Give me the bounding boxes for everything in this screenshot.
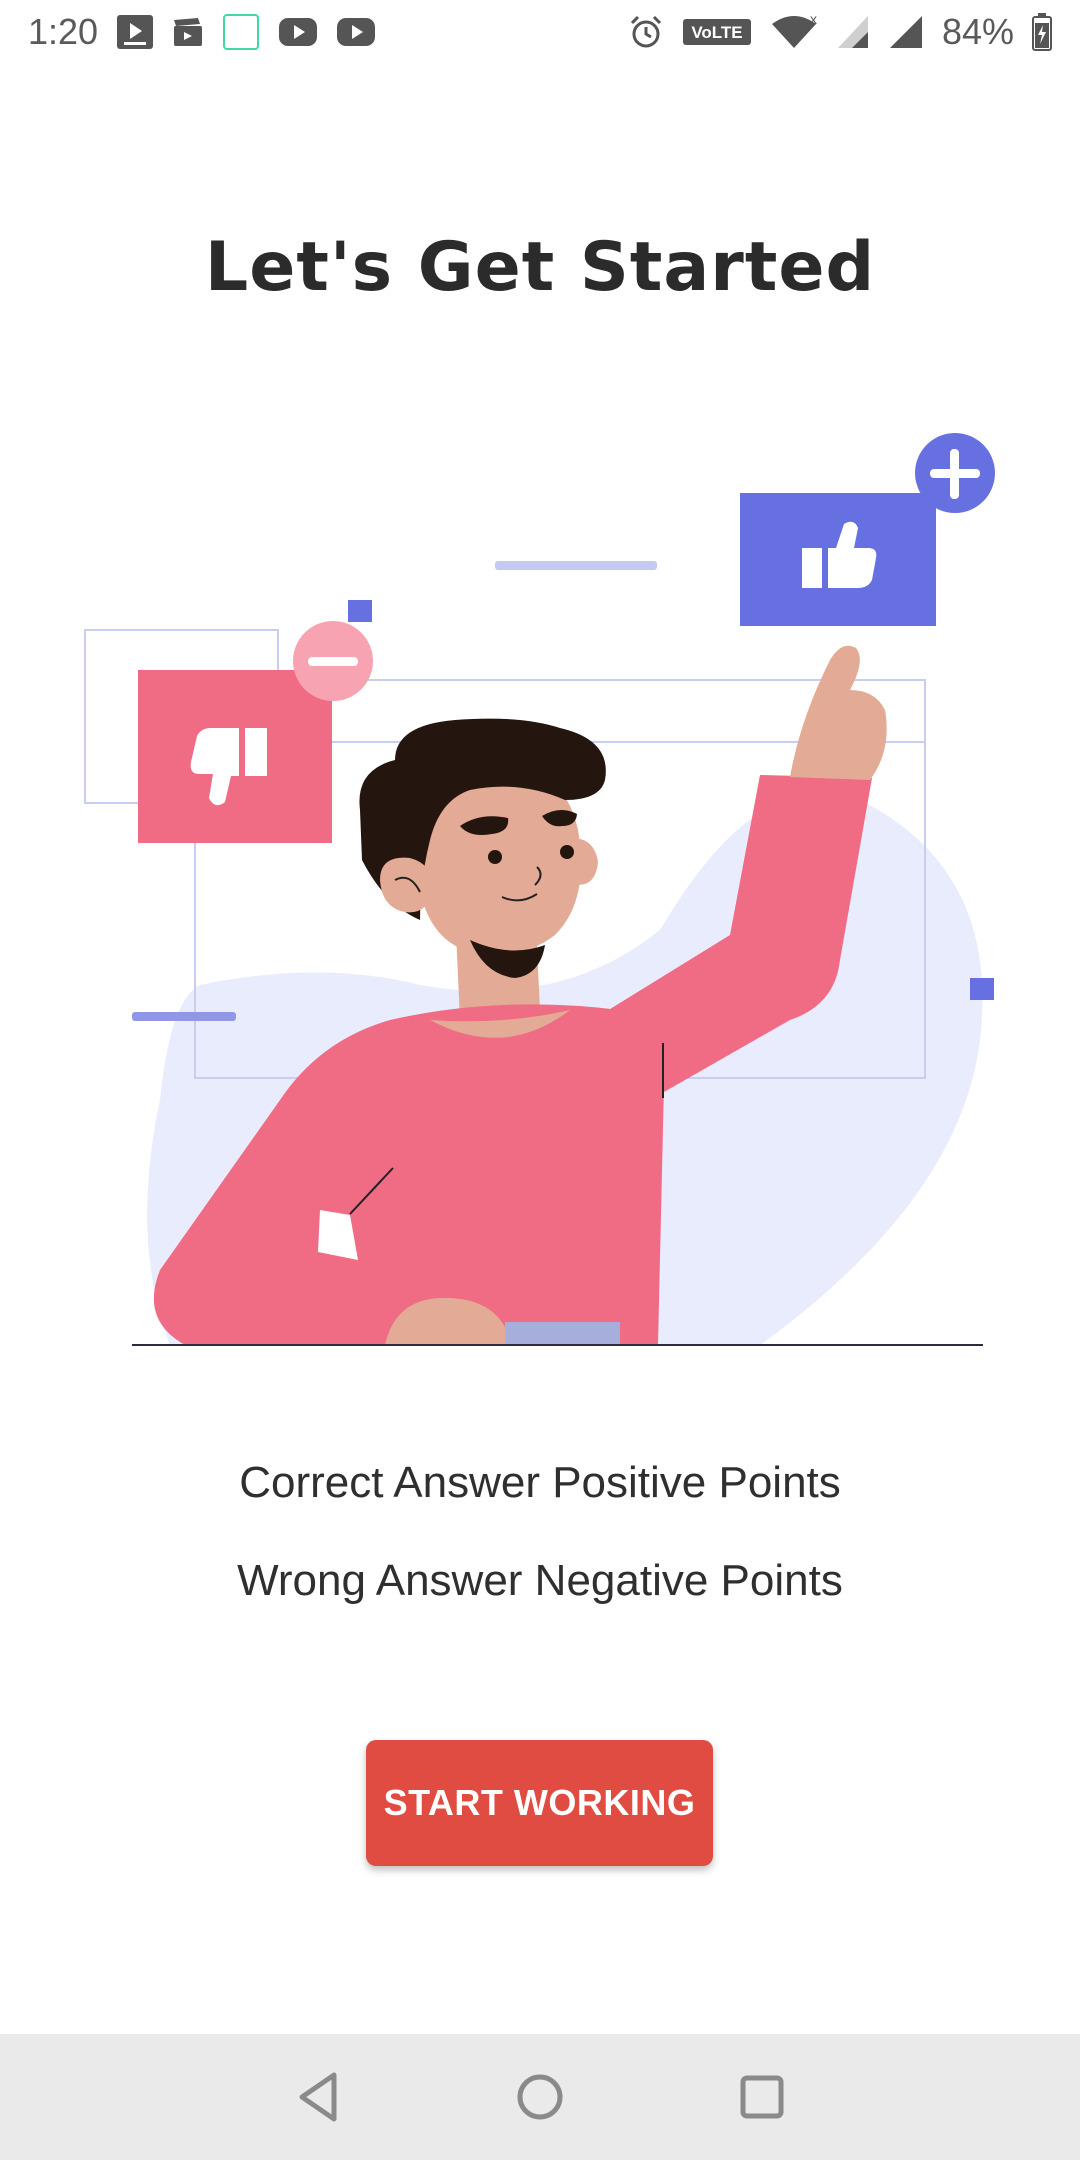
decor-square-1 xyxy=(348,600,372,622)
person-eye-left xyxy=(488,850,502,864)
cellular-signal-icon xyxy=(888,14,924,50)
decor-bar-top xyxy=(495,561,657,570)
recents-icon[interactable] xyxy=(726,2061,798,2133)
page-title: Let's Get Started xyxy=(204,228,876,307)
alarm-icon xyxy=(628,14,664,50)
clapperboard-icon xyxy=(172,16,204,48)
battery-icon xyxy=(1032,13,1052,51)
plus-icon xyxy=(950,449,959,499)
desk-object xyxy=(505,1322,620,1346)
volte-label: VoLTE xyxy=(691,23,742,42)
screen: 1:20 VoLTE x 84% Let's Get Started Corre… xyxy=(0,0,1080,2160)
correct-answer-rule: Correct Answer Positive Points xyxy=(239,1458,841,1507)
status-time: 1:20 xyxy=(28,11,99,52)
person-ear xyxy=(380,857,433,913)
back-icon[interactable] xyxy=(282,2061,354,2133)
svg-text:x: x xyxy=(810,14,817,27)
decor-square-2 xyxy=(970,978,994,1000)
minus-icon xyxy=(308,657,358,666)
home-icon[interactable] xyxy=(504,2061,576,2133)
wrong-answer-rule: Wrong Answer Negative Points xyxy=(237,1556,843,1605)
youtube-icon xyxy=(278,17,318,47)
media-player-icon xyxy=(116,14,154,50)
person-raised-hand xyxy=(790,645,887,780)
person-ear-right xyxy=(575,838,598,885)
battery-percent: 84% xyxy=(941,11,1014,52)
status-left: 1:20 xyxy=(28,11,376,53)
hero-illustration xyxy=(84,433,995,1346)
cellular-no-signal-icon xyxy=(836,14,870,50)
navigation-bar xyxy=(0,2034,1080,2160)
square-notification-icon xyxy=(222,13,260,51)
decor-bar-left xyxy=(132,1012,236,1021)
wifi-icon: x xyxy=(770,14,818,50)
volte-icon: VoLTE xyxy=(682,16,752,48)
youtube-icon xyxy=(336,17,376,47)
start-working-button[interactable]: START WORKING xyxy=(366,1740,713,1866)
person-eye-right xyxy=(560,845,574,859)
status-right: VoLTE x 84% xyxy=(628,11,1052,53)
status-bar: 1:20 VoLTE x 84% xyxy=(0,0,1080,64)
